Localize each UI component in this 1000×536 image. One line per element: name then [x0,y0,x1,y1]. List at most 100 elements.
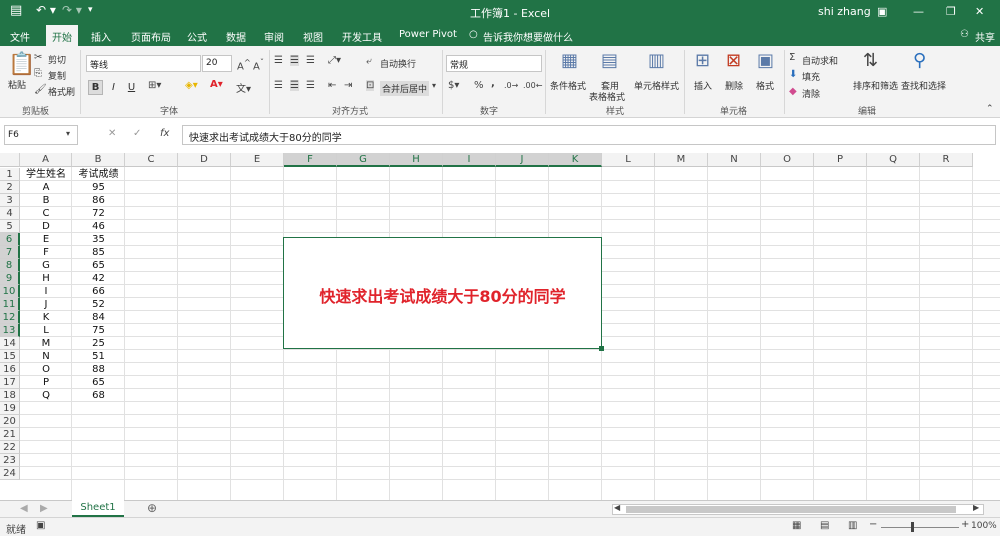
sheet-tab-sheet1[interactable]: Sheet1 [72,500,124,517]
column-header-e[interactable]: E [231,153,284,167]
cell-name[interactable]: M [20,337,72,350]
column-header-q[interactable]: Q [867,153,920,167]
find-select-button[interactable]: 查找和选择 [901,79,946,92]
worksheet-grid[interactable]: A B C D E F G H I J K L M N O P Q R 1 2 3 4 5 6 7 8 9 10 11 12 13 14 15 1… [0,153,1000,500]
tell-me-box[interactable]: 告诉我你想要做什么 [483,29,573,44]
column-header-c[interactable]: C [125,153,178,167]
tab-page-layout[interactable]: 页面布局 [131,29,171,44]
row-header-13[interactable]: 13 [0,324,20,337]
sort-filter-button[interactable]: 排序和筛选 [853,79,898,92]
cell-score[interactable]: 75 [72,324,125,337]
cell-name[interactable]: G [20,259,72,272]
enter-icon[interactable]: ✓ [133,128,141,139]
format-as-table-icon[interactable]: ▤ [601,50,618,71]
row-header-14[interactable]: 14 [0,337,20,350]
cell-score[interactable]: 52 [72,298,125,311]
row-header-8[interactable]: 8 [0,259,20,272]
cell-styles-icon[interactable]: ▥ [648,50,665,71]
conditional-format-button[interactable]: 条件格式 [550,79,586,92]
column-header-m[interactable]: M [655,153,708,167]
save-icon[interactable]: ▤ [10,3,22,18]
format-cells-icon[interactable]: ▣ [757,50,774,71]
top-align-icon[interactable]: ☰ [274,55,283,66]
cancel-icon[interactable]: ✕ [108,128,116,139]
customize-qat-icon[interactable]: ▾ [88,5,93,15]
middle-align-icon[interactable]: ☰ [290,55,299,66]
format-cells-button[interactable]: 格式 [756,79,774,92]
merge-dropdown-icon[interactable]: ▾ [432,81,436,90]
format-painter-icon[interactable]: 🖌 [34,84,47,95]
autosum-button[interactable]: 自动求和 [802,54,838,67]
cell-score[interactable]: 46 [72,220,125,233]
bottom-align-icon[interactable]: ☰ [306,55,315,66]
row-header-17[interactable]: 17 [0,376,20,389]
zoom-slider-thumb[interactable] [911,522,914,532]
column-header-n[interactable]: N [708,153,761,167]
cell-name[interactable]: Q [20,389,72,402]
row-header-22[interactable]: 22 [0,441,20,454]
copy-icon[interactable]: ⎘ [34,68,42,79]
paste-button[interactable]: 粘贴 [8,78,26,91]
add-sheet-button[interactable]: ⊕ [147,501,157,515]
font-color-icon[interactable]: A▾ [210,79,223,90]
formula-input[interactable]: 快速求出考试成绩大于80分的同学 [182,125,996,145]
align-right-icon[interactable]: ☰ [306,80,315,91]
cell-a1[interactable]: 学生姓名 [20,168,72,181]
column-header-a[interactable]: A [20,153,72,167]
underline-button[interactable]: U [124,80,139,95]
cell-score[interactable]: 42 [72,272,125,285]
cut-button[interactable]: 剪切 [48,53,66,66]
wrap-text-button[interactable]: 自动换行 [380,57,416,70]
tab-data[interactable]: 数据 [226,29,246,44]
font-size-select[interactable]: 20 [202,55,232,72]
scrollbar-thumb[interactable] [626,506,956,513]
page-break-view-icon[interactable]: ▥ [848,520,857,531]
minimize-icon[interactable]: — [913,5,924,18]
row-header-20[interactable]: 20 [0,415,20,428]
row-header-11[interactable]: 11 [0,298,20,311]
row-header-10[interactable]: 10 [0,285,20,298]
cell-styles-button[interactable]: 单元格样式 [634,79,679,92]
cell-score[interactable]: 68 [72,389,125,402]
row-header-23[interactable]: 23 [0,454,20,467]
row-header-24[interactable]: 24 [0,467,20,480]
cell-name[interactable]: O [20,363,72,376]
row-header-6[interactable]: 6 [0,233,20,246]
collapse-ribbon-icon[interactable]: ⌃ [986,104,994,114]
number-format-select[interactable]: 常规 [446,55,542,72]
align-left-icon[interactable]: ☰ [274,80,283,91]
decrease-decimal-icon[interactable]: .00← [523,81,542,90]
cell-score[interactable]: 65 [72,376,125,389]
cell-name[interactable]: H [20,272,72,285]
normal-view-icon[interactable]: ▦ [792,520,801,531]
cell-name[interactable]: J [20,298,72,311]
insert-cells-icon[interactable]: ⊞ [695,50,710,71]
column-header-d[interactable]: D [178,153,231,167]
column-header-r[interactable]: R [920,153,973,167]
row-header-2[interactable]: 2 [0,181,20,194]
merge-icon[interactable]: ⊡ [366,80,375,91]
tab-developer[interactable]: 开发工具 [342,29,382,44]
row-header-5[interactable]: 5 [0,220,20,233]
row-header-1[interactable]: 1 [0,168,20,181]
delete-cells-button[interactable]: 删除 [725,79,743,92]
autosum-icon[interactable]: Σ [789,52,795,63]
column-header-b[interactable]: B [72,153,125,167]
restore-icon[interactable]: ❐ [946,5,956,18]
cell-name[interactable]: A [20,181,72,194]
row-header-12[interactable]: 12 [0,311,20,324]
border-icon[interactable]: ⊞▾ [148,80,161,91]
macro-record-icon[interactable]: ▣ [36,520,45,531]
cell-score[interactable]: 65 [72,259,125,272]
decrease-indent-icon[interactable]: ⇤ [328,80,336,91]
fill-icon[interactable]: ⬇ [789,69,797,80]
tab-insert[interactable]: 插入 [91,29,111,44]
zoom-out-icon[interactable]: − [869,519,877,530]
clear-icon[interactable]: ◆ [789,86,797,97]
find-select-icon[interactable]: ⚲ [913,50,926,71]
ribbon-display-icon[interactable]: ▣ [877,5,887,18]
cell-score[interactable]: 72 [72,207,125,220]
clear-button[interactable]: 清除 [802,87,820,100]
row-header-9[interactable]: 9 [0,272,20,285]
user-name[interactable]: shi zhang [818,5,871,18]
